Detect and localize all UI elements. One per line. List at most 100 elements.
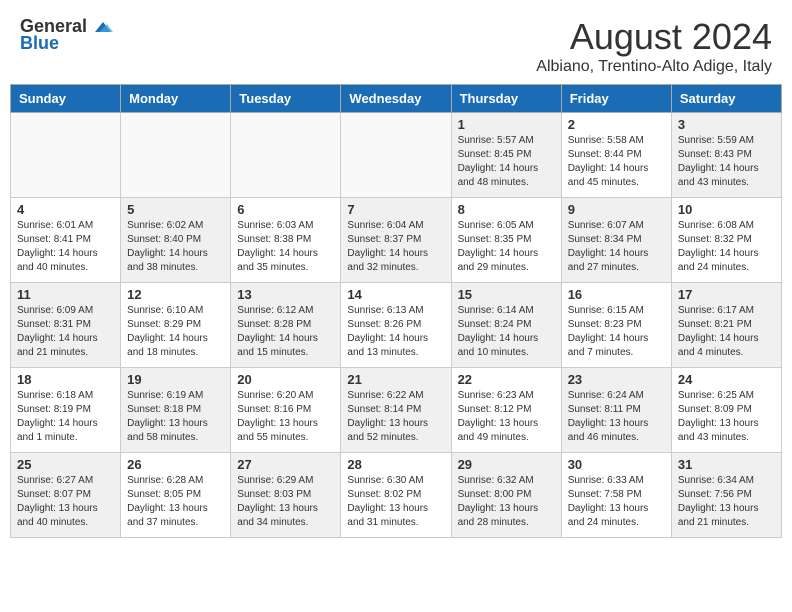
- day-info: Sunrise: 6:10 AMSunset: 8:29 PMDaylight:…: [127, 304, 224, 360]
- calendar-table: SundayMondayTuesdayWednesdayThursdayFrid…: [10, 84, 782, 538]
- day-info: Sunrise: 5:59 AMSunset: 8:43 PMDaylight:…: [678, 134, 775, 190]
- day-number: 14: [347, 287, 444, 302]
- day-info: Sunrise: 6:03 AMSunset: 8:38 PMDaylight:…: [237, 219, 334, 275]
- day-info: Sunrise: 6:32 AMSunset: 8:00 PMDaylight:…: [458, 474, 555, 530]
- calendar-cell: 13Sunrise: 6:12 AMSunset: 8:28 PMDayligh…: [231, 283, 341, 368]
- day-info: Sunrise: 6:15 AMSunset: 8:23 PMDaylight:…: [568, 304, 665, 360]
- day-info: Sunrise: 6:24 AMSunset: 8:11 PMDaylight:…: [568, 389, 665, 445]
- day-number: 29: [458, 457, 555, 472]
- day-info: Sunrise: 6:29 AMSunset: 8:03 PMDaylight:…: [237, 474, 334, 530]
- calendar-cell: 16Sunrise: 6:15 AMSunset: 8:23 PMDayligh…: [561, 283, 671, 368]
- calendar-cell: 28 Sunrise: 6:30 AMSunset: 8:02 PMDayligh…: [341, 453, 451, 538]
- day-number: 24: [678, 372, 775, 387]
- calendar-cell: 1 Sunrise: 5:57 AMSunset: 8:45 PMDaylight…: [451, 113, 561, 198]
- day-info: Sunrise: 6:30 AMSunset: 8:02 PMDaylight:…: [347, 474, 444, 530]
- calendar-cell: 7Sunrise: 6:04 AMSunset: 8:37 PMDaylight…: [341, 198, 451, 283]
- week-row-2: 11 Sunrise: 6:09 AMSunset: 8:31 PMDayligh…: [11, 283, 782, 368]
- day-number: 4: [17, 202, 114, 217]
- calendar-cell: 26Sunrise: 6:28 AMSunset: 8:05 PMDayligh…: [121, 453, 231, 538]
- day-number: 21: [347, 372, 444, 387]
- calendar-cell: 6 Sunrise: 6:03 AMSunset: 8:38 PMDaylight…: [231, 198, 341, 283]
- day-number: 15: [458, 287, 555, 302]
- day-info: Sunrise: 5:58 AMSunset: 8:44 PMDaylight:…: [568, 134, 665, 190]
- day-info: Sunrise: 6:34 AMSunset: 7:56 PMDaylight:…: [678, 474, 775, 530]
- day-number: 1: [458, 117, 555, 132]
- month-title: August 2024: [113, 16, 772, 58]
- header-row: SundayMondayTuesdayWednesdayThursdayFrid…: [11, 85, 782, 113]
- day-number: 23: [568, 372, 665, 387]
- calendar-cell: [11, 113, 121, 198]
- location-title: Albiano, Trentino-Alto Adige, Italy: [113, 58, 772, 76]
- week-row-3: 18 Sunrise: 6:18 AMSunset: 8:19 PMDayligh…: [11, 368, 782, 453]
- calendar-cell: 18 Sunrise: 6:18 AMSunset: 8:19 PMDayligh…: [11, 368, 121, 453]
- logo-blue-text: Blue: [20, 33, 59, 54]
- calendar-cell: 11 Sunrise: 6:09 AMSunset: 8:31 PMDayligh…: [11, 283, 121, 368]
- calendar-cell: 27 Sunrise: 6:29 AMSunset: 8:03 PMDayligh…: [231, 453, 341, 538]
- day-info: Sunrise: 6:09 AMSunset: 8:31 PMDaylight:…: [17, 304, 114, 360]
- day-info: Sunrise: 6:27 AMSunset: 8:07 PMDaylight:…: [17, 474, 114, 530]
- day-number: 12: [127, 287, 224, 302]
- header-day-monday: Monday: [121, 85, 231, 113]
- calendar-cell: 22 Sunrise: 6:23 AMSunset: 8:12 PMDayligh…: [451, 368, 561, 453]
- calendar-cell: 2 Sunrise: 5:58 AMSunset: 8:44 PMDaylight…: [561, 113, 671, 198]
- day-info: Sunrise: 6:12 AMSunset: 8:28 PMDaylight:…: [237, 304, 334, 360]
- calendar-cell: 12 Sunrise: 6:10 AMSunset: 8:29 PMDayligh…: [121, 283, 231, 368]
- calendar-wrap: SundayMondayTuesdayWednesdayThursdayFrid…: [0, 84, 792, 548]
- day-info: Sunrise: 6:22 AMSunset: 8:14 PMDaylight:…: [347, 389, 444, 445]
- day-info: Sunrise: 6:33 AMSunset: 7:58 PMDaylight:…: [568, 474, 665, 530]
- calendar-cell: 15Sunrise: 6:14 AMSunset: 8:24 PMDayligh…: [451, 283, 561, 368]
- day-number: 6: [237, 202, 334, 217]
- calendar-header: SundayMondayTuesdayWednesdayThursdayFrid…: [11, 85, 782, 113]
- day-info: Sunrise: 6:25 AMSunset: 8:09 PMDaylight:…: [678, 389, 775, 445]
- day-number: 28: [347, 457, 444, 472]
- day-info: Sunrise: 6:13 AMSunset: 8:26 PMDaylight:…: [347, 304, 444, 360]
- calendar-cell: 29 Sunrise: 6:32 AMSunset: 8:00 PMDayligh…: [451, 453, 561, 538]
- day-number: 5: [127, 202, 224, 217]
- calendar-cell: 17Sunrise: 6:17 AMSunset: 8:21 PMDayligh…: [671, 283, 781, 368]
- calendar-body: 1 Sunrise: 5:57 AMSunset: 8:45 PMDaylight…: [11, 113, 782, 538]
- calendar-cell: [231, 113, 341, 198]
- calendar-cell: 31 Sunrise: 6:34 AMSunset: 7:56 PMDayligh…: [671, 453, 781, 538]
- day-number: 3: [678, 117, 775, 132]
- header-day-sunday: Sunday: [11, 85, 121, 113]
- week-row-1: 4Sunrise: 6:01 AMSunset: 8:41 PMDaylight…: [11, 198, 782, 283]
- day-number: 30: [568, 457, 665, 472]
- header-day-wednesday: Wednesday: [341, 85, 451, 113]
- title-area: August 2024 Albiano, Trentino-Alto Adige…: [113, 16, 772, 76]
- day-number: 19: [127, 372, 224, 387]
- calendar-cell: [341, 113, 451, 198]
- day-number: 17: [678, 287, 775, 302]
- calendar-cell: 25 Sunrise: 6:27 AMSunset: 8:07 PMDayligh…: [11, 453, 121, 538]
- header-day-friday: Friday: [561, 85, 671, 113]
- day-number: 18: [17, 372, 114, 387]
- day-info: Sunrise: 6:08 AMSunset: 8:32 PMDaylight:…: [678, 219, 775, 275]
- day-number: 2: [568, 117, 665, 132]
- day-info: Sunrise: 6:05 AMSunset: 8:35 PMDaylight:…: [458, 219, 555, 275]
- day-number: 22: [458, 372, 555, 387]
- header-day-tuesday: Tuesday: [231, 85, 341, 113]
- day-number: 9: [568, 202, 665, 217]
- day-number: 31: [678, 457, 775, 472]
- logo-icon: [89, 18, 113, 36]
- day-number: 25: [17, 457, 114, 472]
- day-number: 27: [237, 457, 334, 472]
- calendar-cell: 5 Sunrise: 6:02 AMSunset: 8:40 PMDaylight…: [121, 198, 231, 283]
- day-info: Sunrise: 6:02 AMSunset: 8:40 PMDaylight:…: [127, 219, 224, 275]
- day-info: Sunrise: 6:18 AMSunset: 8:19 PMDaylight:…: [17, 389, 114, 445]
- calendar-cell: 4Sunrise: 6:01 AMSunset: 8:41 PMDaylight…: [11, 198, 121, 283]
- day-number: 11: [17, 287, 114, 302]
- calendar-cell: 3 Sunrise: 5:59 AMSunset: 8:43 PMDaylight…: [671, 113, 781, 198]
- calendar-cell: 23 Sunrise: 6:24 AMSunset: 8:11 PMDayligh…: [561, 368, 671, 453]
- calendar-cell: 9 Sunrise: 6:07 AMSunset: 8:34 PMDaylight…: [561, 198, 671, 283]
- day-info: Sunrise: 6:23 AMSunset: 8:12 PMDaylight:…: [458, 389, 555, 445]
- day-info: Sunrise: 6:07 AMSunset: 8:34 PMDaylight:…: [568, 219, 665, 275]
- calendar-cell: [121, 113, 231, 198]
- day-info: Sunrise: 5:57 AMSunset: 8:45 PMDaylight:…: [458, 134, 555, 190]
- calendar-cell: 14 Sunrise: 6:13 AMSunset: 8:26 PMDayligh…: [341, 283, 451, 368]
- calendar-cell: 20Sunrise: 6:20 AMSunset: 8:16 PMDayligh…: [231, 368, 341, 453]
- header-day-thursday: Thursday: [451, 85, 561, 113]
- day-info: Sunrise: 6:28 AMSunset: 8:05 PMDaylight:…: [127, 474, 224, 530]
- logo: General Blue: [20, 16, 113, 54]
- day-number: 8: [458, 202, 555, 217]
- day-info: Sunrise: 6:19 AMSunset: 8:18 PMDaylight:…: [127, 389, 224, 445]
